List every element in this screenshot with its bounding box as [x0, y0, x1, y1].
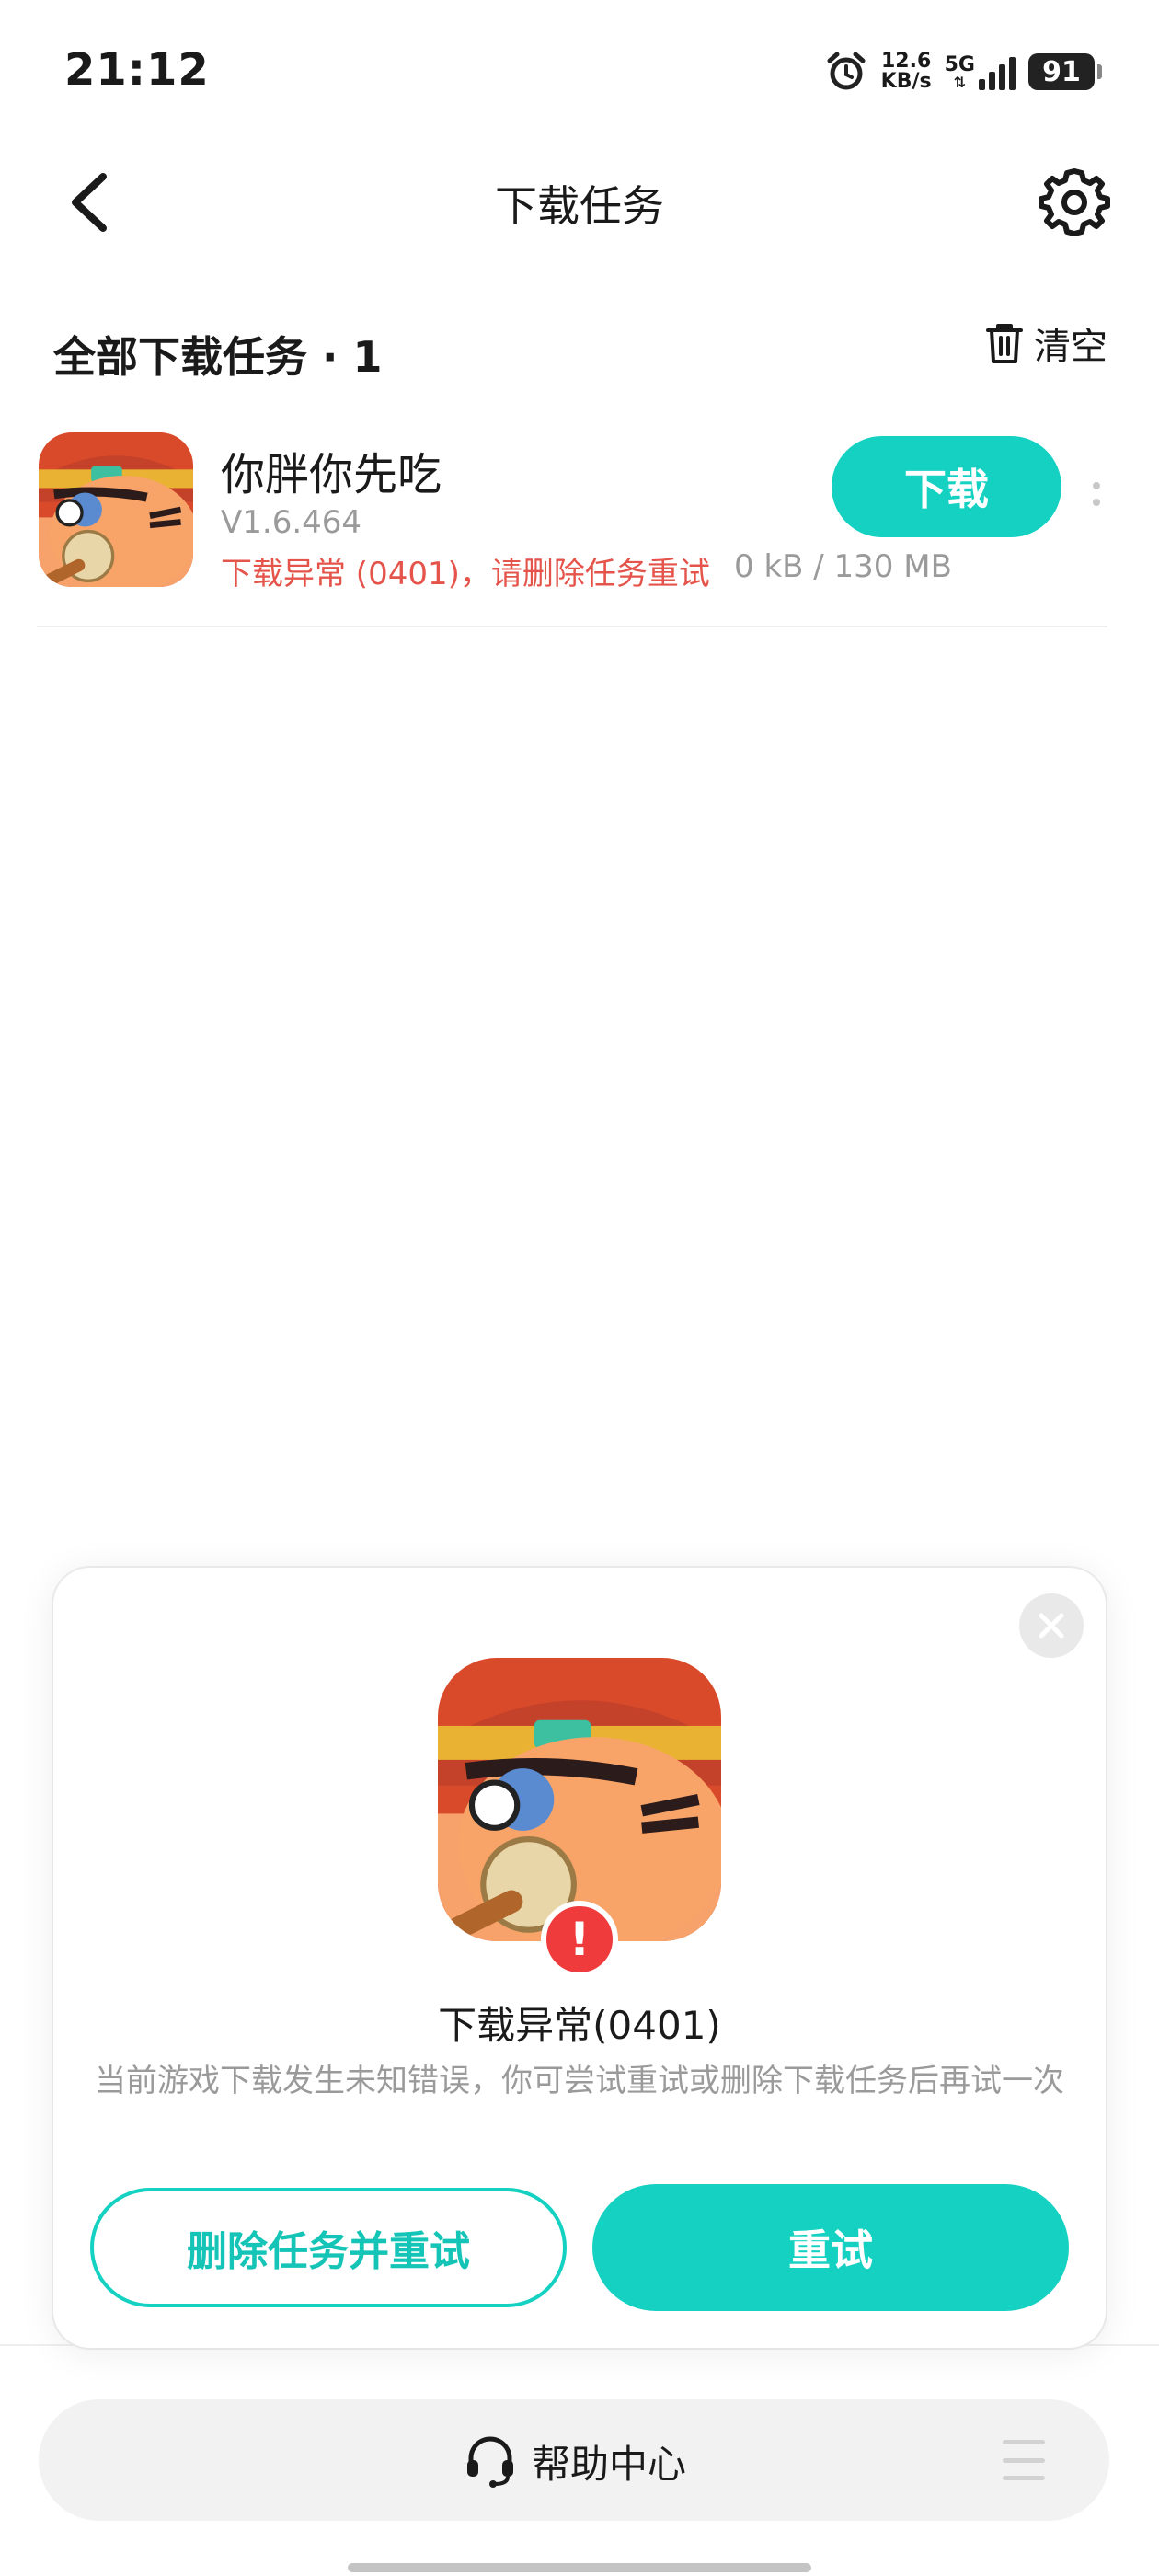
settings-button[interactable]	[1036, 164, 1113, 241]
task-version: V1.6.464	[221, 504, 362, 541]
home-indicator[interactable]	[348, 2563, 811, 2572]
help-center-button[interactable]: 帮助中心	[39, 2432, 1109, 2490]
retry-button[interactable]: 重试	[592, 2184, 1069, 2311]
app-header: 下载任务	[0, 147, 1159, 258]
dialog-description: 当前游戏下载发生未知错误，你可尝试重试或删除下载任务后再试一次	[95, 2063, 1064, 2099]
delete-and-retry-button[interactable]: 删除任务并重试	[90, 2188, 567, 2307]
help-bar: 帮助中心	[39, 2399, 1109, 2521]
more-dot-icon	[1093, 499, 1100, 506]
section-title: 全部下载任务 · 1	[53, 332, 383, 382]
trash-icon	[986, 324, 1023, 363]
signal-icon	[979, 53, 1016, 90]
clear-label: 清空	[1034, 326, 1107, 368]
status-bar: 21:12 12.6 KB/s 5G ⇅ 91	[0, 0, 1159, 138]
download-button[interactable]: 下载	[832, 436, 1061, 537]
headset-icon	[466, 2436, 513, 2488]
battery-icon: 91	[1028, 53, 1102, 90]
download-task-row[interactable]: 你胖你先吃 V1.6.464 下载异常 (0401)，请删除任务重试 0 kB …	[37, 431, 1107, 627]
close-button[interactable]	[1019, 1593, 1084, 1658]
dialog-title: 下载异常(0401)	[438, 2003, 721, 2048]
help-center-label: 帮助中心	[531, 2441, 686, 2487]
status-time: 21:12	[64, 44, 210, 96]
clear-all-button[interactable]: 清空	[984, 316, 1107, 370]
game-icon	[39, 432, 193, 587]
alarm-icon	[827, 52, 866, 90]
more-options-button[interactable]	[1085, 471, 1107, 517]
close-icon	[1039, 1613, 1064, 1639]
status-icons: 12.6 KB/s 5G ⇅ 91	[824, 46, 1102, 98]
more-dot-icon	[1093, 482, 1100, 489]
error-badge-icon: !	[541, 1901, 618, 1978]
signal-group: 5G ⇅	[945, 53, 1016, 90]
net-speed: 12.6 KB/s	[880, 50, 932, 93]
download-error-dialog: ! 下载异常(0401) 当前游戏下载发生未知错误，你可尝试重试或删除下载任务后…	[53, 1568, 1106, 2348]
task-name: 你胖你先吃	[221, 449, 442, 500]
game-icon	[438, 1658, 721, 1941]
page-title: 下载任务	[495, 181, 664, 231]
task-size: 0 kB / 130 MB	[734, 548, 952, 585]
menu-icon[interactable]	[1003, 2440, 1045, 2480]
gear-icon	[1039, 168, 1110, 236]
network-type: 5G ⇅	[944, 53, 975, 91]
task-error-text: 下载异常 (0401)，请删除任务重试	[221, 556, 710, 592]
